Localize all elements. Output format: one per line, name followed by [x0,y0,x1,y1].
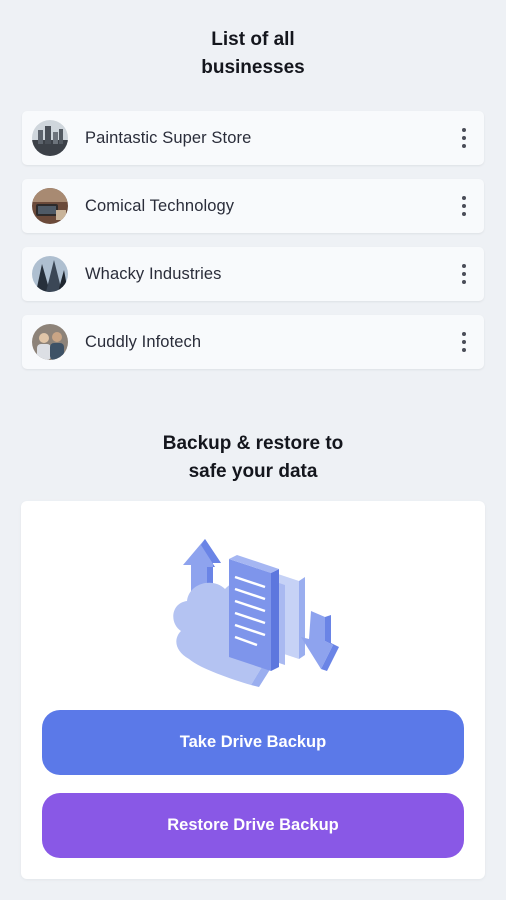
backup-panel: Take Drive Backup Restore Drive Backup [21,501,485,879]
backup-title-line1: Backup & restore to [162,433,344,454]
restore-drive-backup-button[interactable]: Restore Drive Backup [42,793,464,858]
businesses-title-line1: List of all [211,29,295,50]
take-drive-backup-button[interactable]: Take Drive Backup [42,710,464,775]
businesses-title-line2: businesses [201,57,305,78]
business-avatar [32,324,68,360]
backup-title-line2: safe your data [188,461,318,482]
cloud-documents-sync-illustration [161,519,351,691]
business-name: Whacky Industries [85,264,222,283]
business-name: Cuddly Infotech [85,332,202,351]
business-item[interactable]: Whacky Industries [22,247,484,301]
business-item[interactable]: Comical Technology [22,179,484,233]
business-name: Paintastic Super Store [85,128,252,147]
more-vertical-icon[interactable] [456,128,472,148]
more-vertical-icon[interactable] [456,332,472,352]
business-item[interactable]: Cuddly Infotech [22,315,484,369]
business-item[interactable]: Paintastic Super Store [22,111,484,165]
businesses-title: List of all businesses [0,26,506,82]
business-avatar [32,188,68,224]
business-name: Comical Technology [85,196,235,215]
business-list: Paintastic Super Store Comical Technolog… [22,111,484,383]
backup-title: Backup & restore to safe your data [0,430,506,486]
business-avatar [32,256,68,292]
more-vertical-icon[interactable] [456,196,472,216]
more-vertical-icon[interactable] [456,264,472,284]
business-avatar [32,120,68,156]
